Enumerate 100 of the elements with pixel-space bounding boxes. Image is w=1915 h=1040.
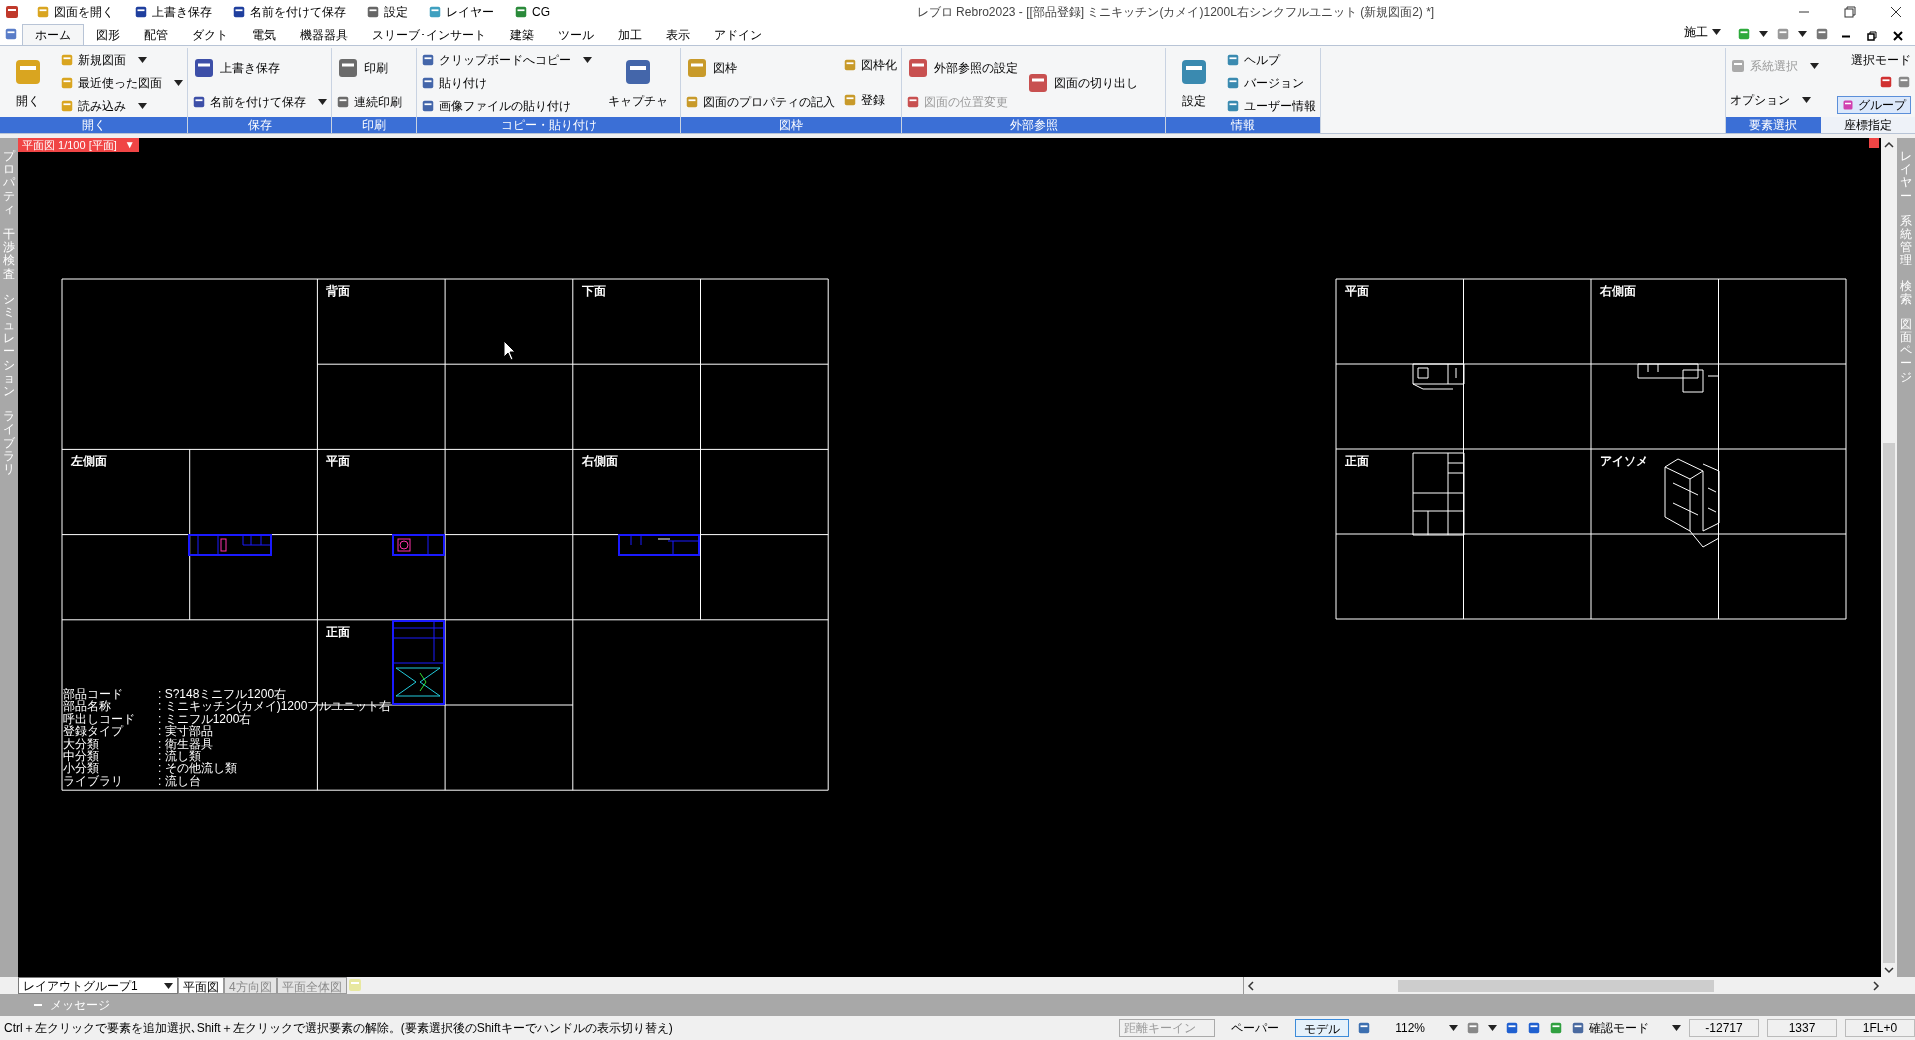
tool-icon (1226, 98, 1240, 113)
layout-group-dropdown[interactable]: レイアウトグループ1 (18, 977, 178, 994)
info-key: 部品コード (63, 687, 123, 701)
ribbon-group-label: コピー・貼り付け (417, 117, 680, 133)
tool-icon (906, 95, 920, 110)
menu-tab[interactable]: ツール (546, 24, 606, 45)
toolbar-icon (36, 5, 50, 19)
menu-tab[interactable]: ダクト (180, 24, 240, 45)
ribbon-group-label: 図枠 (681, 117, 901, 133)
menu-tab[interactable]: 電気 (240, 24, 288, 45)
mouse-pointer-icon (503, 340, 516, 361)
info-value: : その他流し類 (158, 761, 237, 776)
close-button[interactable] (1889, 5, 1903, 19)
menu-tab[interactable]: 機器器具 (288, 24, 360, 45)
ribbon-button[interactable]: 読み込み (60, 95, 183, 116)
ribbon-button[interactable]: ヘルプ (1226, 49, 1316, 70)
menu-tab[interactable]: 表示 (654, 24, 702, 45)
ribbon-button[interactable]: 上書き保存 (192, 52, 327, 83)
ribbon-button[interactable]: 貼り付け (421, 72, 592, 93)
space-tab[interactable]: ペーパー (1223, 1019, 1288, 1037)
caret-icon (1672, 1025, 1681, 1031)
quick-access-button[interactable]: レイヤー (424, 3, 498, 21)
zoom-dropdown[interactable]: 112% (1395, 1019, 1458, 1037)
ribbon-button[interactable]: 画像ファイルの貼り付け (421, 95, 592, 116)
caret-icon (318, 99, 327, 106)
distance-input-field[interactable]: 距離キーイン (1119, 1019, 1216, 1037)
info-key: 小分類 (63, 761, 99, 776)
ribbon-button[interactable]: 名前を付けて保存 (192, 92, 327, 113)
tool-icon (192, 95, 206, 110)
document-close-button[interactable] (1893, 31, 1903, 41)
menu-tab[interactable]: 図形 (84, 24, 132, 45)
ribbon-button[interactable]: 図面のプロパティの記入 (685, 92, 835, 113)
plan-view-drawing (392, 534, 445, 556)
menu-tab[interactable]: アドイン (702, 24, 774, 45)
layout-group-value: レイアウトグループ1 (23, 977, 138, 995)
tool-icon (60, 75, 74, 90)
ribbon-button[interactable]: 印刷 (336, 52, 402, 83)
caret-icon (583, 56, 592, 63)
mode-dropdown[interactable]: 施工 (1680, 23, 1725, 41)
caret-icon (164, 982, 173, 989)
ribbon-button[interactable]: ユーザー情報 (1226, 95, 1316, 116)
ribbon-group-label: 保存 (188, 117, 331, 133)
space-tab[interactable]: モデル (1295, 1019, 1350, 1037)
ribbon-button[interactable]: 連続印刷 (336, 92, 402, 113)
view-label: 右側面 (581, 454, 618, 469)
tool-icon (1226, 52, 1240, 67)
info-value: : 流し台 (158, 773, 201, 788)
sheet-tab[interactable]: 平面図 (178, 977, 224, 994)
ribbon-button[interactable]: クリップボードへコピー (421, 49, 592, 70)
minimize-icon (1841, 34, 1851, 38)
caret-icon (1712, 29, 1721, 35)
menu-tab[interactable]: 加工 (606, 24, 654, 45)
toolbar-icon (514, 5, 528, 19)
caret-icon (1798, 31, 1807, 37)
check-mode-dropdown[interactable]: 確認モード (1571, 1019, 1681, 1037)
ribbon-button[interactable]: 図枠化 (843, 55, 897, 76)
view-label: 正面 (1345, 454, 1369, 468)
y-coordinate: 1337 (1767, 1019, 1837, 1037)
tool-icon (843, 92, 857, 107)
ribbon-button[interactable]: 図面の切り出し (1026, 67, 1138, 98)
caret-icon (174, 79, 183, 86)
ribbon-button[interactable]: 最近使った図面 (60, 72, 183, 93)
info-value: : 流し類 (158, 749, 201, 763)
quick-access-button[interactable]: 図面を開く (32, 3, 118, 21)
tool-icon (60, 52, 74, 67)
tool-icon (421, 75, 435, 90)
menu-tab[interactable]: スリーブ･インサート (360, 24, 498, 45)
ribbon-button[interactable]: 図枠 (685, 52, 835, 83)
plan-view-drawing (1412, 363, 1465, 390)
menu-tab[interactable]: 建築 (498, 24, 546, 45)
caret-icon (1488, 1025, 1497, 1031)
view-tag[interactable]: 平面図 1/100 [平面] ▼ (18, 138, 139, 152)
document-restore-button[interactable] (1867, 31, 1877, 41)
selection-mode-label: 選択モード (1851, 52, 1911, 70)
quick-access-button[interactable]: 上書き保存 (130, 3, 216, 21)
ribbon-group-label: 印刷 (332, 117, 416, 133)
group-button[interactable]: グループ (1837, 95, 1911, 114)
info-key: 中分類 (63, 749, 99, 763)
info-key: ライブラリ (63, 773, 123, 788)
ribbon-button[interactable]: 登録 (843, 89, 897, 110)
menu-tab[interactable]: ホーム (22, 24, 84, 45)
options-dropdown[interactable]: オプション (1730, 90, 1825, 111)
ribbon-button[interactable]: 新規図面 (60, 49, 183, 70)
quick-access-button[interactable]: CG (510, 3, 554, 21)
menu-tab[interactable]: 配管 (132, 24, 180, 45)
panel-tab[interactable]: 要素選択 (1726, 117, 1821, 133)
tool-icon (60, 98, 74, 113)
toolbar-icon (428, 5, 442, 19)
ribbon-button[interactable]: 設定 (1170, 48, 1218, 117)
ribbon-button[interactable]: 外部参照の設定 (906, 52, 1018, 83)
ribbon-button[interactable]: キャプチャ (600, 48, 676, 117)
restore-button[interactable] (1843, 5, 1857, 19)
ribbon-button[interactable]: バージョン (1226, 72, 1316, 93)
ribbon-button[interactable]: 開く (4, 48, 52, 117)
quick-access-button[interactable]: 設定 (362, 3, 412, 21)
quick-access-button[interactable]: 名前を付けて保存 (228, 3, 350, 21)
view-label: 下面 (581, 284, 606, 298)
ribbon-group-label: 外部参照 (902, 117, 1165, 133)
caret-icon (1802, 97, 1811, 104)
panel-tab[interactable]: 座標指定 (1820, 117, 1915, 133)
